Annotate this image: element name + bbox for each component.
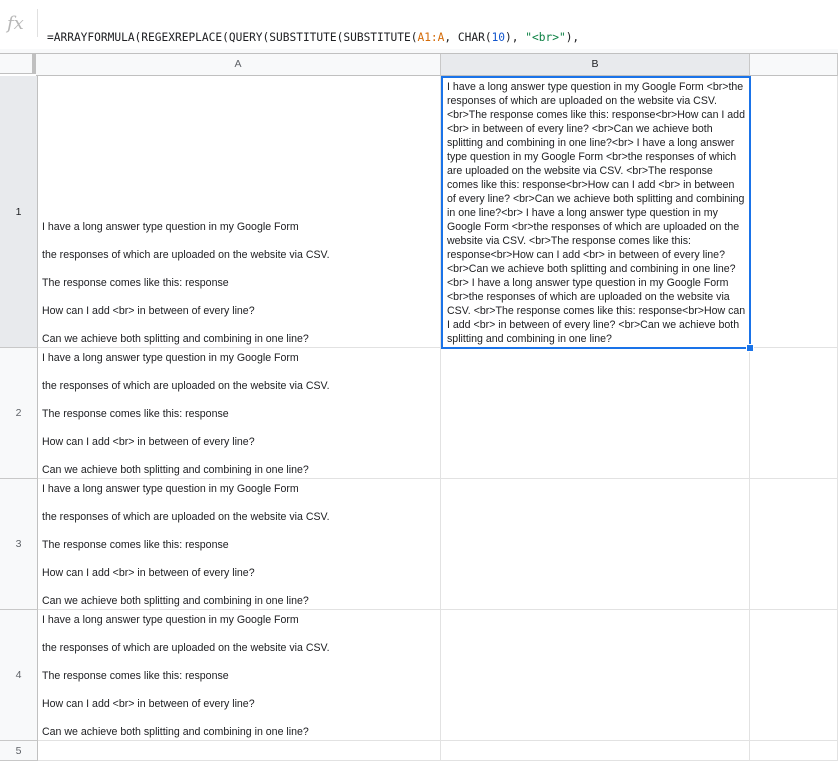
formula-token-plain: , CHAR( [444, 31, 492, 44]
formula-token-plain: ), [565, 31, 580, 44]
cell-text-line: Can we achieve both splitting and combin… [42, 595, 309, 607]
column-header-c[interactable] [750, 54, 838, 76]
cell-text-line: The response comes like this: response [42, 670, 229, 682]
cell-b4[interactable] [441, 610, 750, 741]
fx-icon: fx [7, 13, 24, 34]
cell-a1[interactable]: I have a long answer type question in my… [38, 76, 441, 348]
cell-c5[interactable] [750, 741, 838, 761]
cell-b2[interactable] [441, 348, 750, 479]
cell-text-line: Can we achieve both splitting and combin… [42, 333, 309, 345]
cell-text-line: I have a long answer type question in my… [42, 221, 299, 233]
selection-fill-handle[interactable] [746, 344, 754, 352]
cell-text-line: the responses of which are uploaded on t… [42, 380, 330, 392]
cell-text-line: How can I add <br> in between of every l… [42, 698, 255, 710]
cell-a2[interactable]: I have a long answer type question in my… [38, 348, 441, 479]
row-header-4[interactable]: 4 [0, 610, 38, 741]
cell-text-line: the responses of which are uploaded on t… [42, 642, 330, 654]
formula-token-plain: ), [505, 31, 526, 44]
cell-text-line: I have a long answer type question in my… [42, 483, 299, 495]
row-header-5[interactable]: 5 [0, 741, 38, 761]
cell-b5[interactable] [441, 741, 750, 761]
column-header-a[interactable]: A [36, 54, 441, 76]
cell-c3[interactable] [750, 479, 838, 610]
spreadsheet-grid: A B 1 2 3 4 5 I have a long answer type … [0, 54, 838, 767]
cell-text-line: the responses of which are uploaded on t… [42, 249, 330, 261]
cell-text-line: How can I add <br> in between of every l… [42, 567, 255, 579]
cell-c1[interactable] [750, 76, 838, 348]
cell-b1[interactable]: I have a long answer type question in my… [441, 76, 751, 349]
formula-token-str: "<br>" [525, 31, 566, 44]
cell-text-line: The response comes like this: response [42, 408, 229, 420]
row-header-1[interactable]: 1 [0, 76, 38, 348]
row-header-3[interactable]: 3 [0, 479, 38, 610]
formula-line-1: =ARRAYFORMULA(REGEXREPLACE(QUERY(SUBSTIT… [47, 31, 827, 44]
cell-a5[interactable] [38, 741, 441, 761]
cell-a3[interactable]: I have a long answer type question in my… [38, 479, 441, 610]
cell-text-line: The response comes like this: response [42, 277, 229, 289]
cell-b3[interactable] [441, 479, 750, 610]
cell-text-line: Can we achieve both splitting and combin… [42, 464, 309, 476]
cell-text-line: How can I add <br> in between of every l… [42, 305, 255, 317]
cell-c4[interactable] [750, 610, 838, 741]
formula-bar: fx =ARRAYFORMULA(REGEXREPLACE(QUERY(SUBS… [0, 0, 838, 83]
cell-c2[interactable] [750, 348, 838, 479]
cell-a4[interactable]: I have a long answer type question in my… [38, 610, 441, 741]
cell-text-line: the responses of which are uploaded on t… [42, 511, 330, 523]
cell-text-line: I have a long answer type question in my… [42, 352, 299, 364]
cell-text-line: How can I add <br> in between of every l… [42, 436, 255, 448]
row-header-2[interactable]: 2 [0, 348, 38, 479]
select-all-corner[interactable] [0, 54, 36, 74]
formula-token-ref: A1:A [417, 31, 445, 44]
cell-text-line: Can we achieve both splitting and combin… [42, 726, 309, 738]
cell-text-line: I have a long answer type question in my… [42, 614, 299, 626]
column-header-b[interactable]: B [441, 54, 750, 76]
formula-token-plain: =ARRAYFORMULA(REGEXREPLACE(QUERY(SUBSTIT… [47, 31, 418, 44]
formula-bar-divider [37, 9, 38, 37]
cell-text-line: The response comes like this: response [42, 539, 229, 551]
formula-token-num: 10 [491, 31, 506, 44]
